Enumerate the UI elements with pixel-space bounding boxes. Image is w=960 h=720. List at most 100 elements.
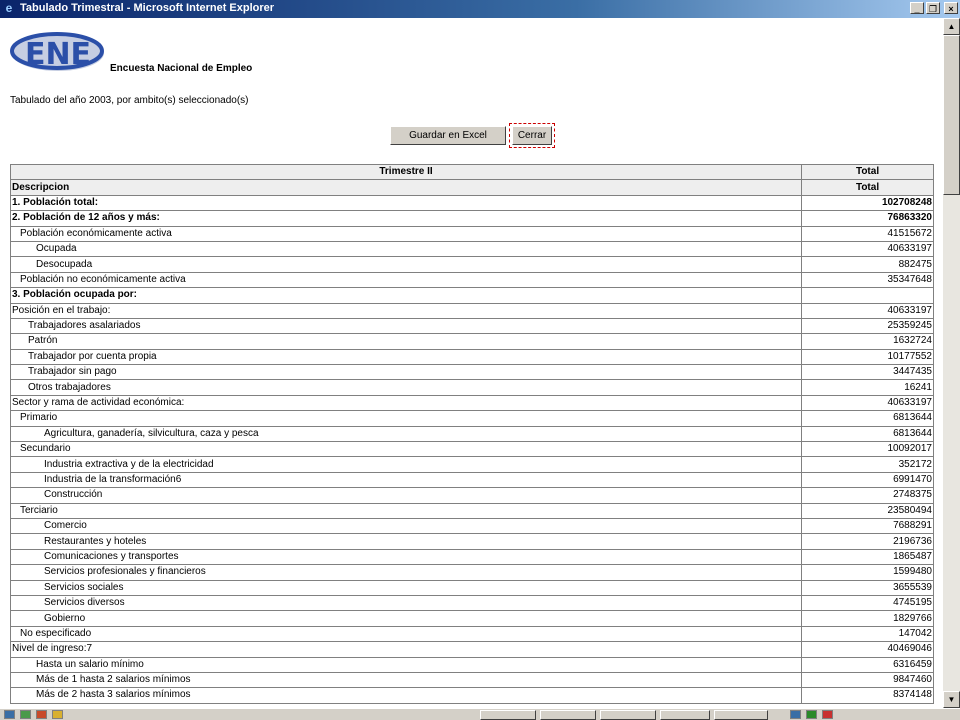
row-label: Sector y rama de actividad económica: bbox=[11, 395, 803, 412]
row-label: Población económicamente activa bbox=[11, 226, 803, 242]
row-value: 1829766 bbox=[802, 611, 934, 627]
table-row: Patrón 1632724 bbox=[11, 334, 934, 350]
quicklaunch-icon[interactable] bbox=[36, 710, 47, 719]
table-row: Sector y rama de actividad económica: 406… bbox=[11, 395, 934, 412]
minimize-icon: _ bbox=[914, 4, 920, 14]
row-value: 8374148 bbox=[802, 688, 934, 704]
row-value: 1632724 bbox=[802, 334, 934, 350]
window-titlebar[interactable]: e Tabulado Trimestral - Microsoft Intern… bbox=[0, 0, 960, 18]
table-row: No especificado 147042 bbox=[11, 626, 934, 643]
table-row: Construcción 2748375 bbox=[11, 488, 934, 504]
table-row: Secundario 10092017 bbox=[11, 442, 934, 458]
row-label: Industria de la transformación6 bbox=[11, 472, 803, 489]
column-header-total: Total bbox=[802, 165, 934, 181]
table-row: Industria de la transformación6 6991470 bbox=[11, 472, 934, 489]
close-button[interactable]: Cerrar bbox=[509, 123, 555, 148]
tabulado-table: Trimestre II Total Descripcion Total 1. … bbox=[10, 164, 934, 704]
row-value: 9847460 bbox=[802, 672, 934, 689]
row-value: 40633197 bbox=[802, 241, 934, 258]
taskbar-button[interactable] bbox=[660, 710, 710, 720]
row-label: Ocupada bbox=[11, 241, 803, 258]
taskbar-button[interactable] bbox=[714, 710, 768, 720]
table-header-row: Descripcion Total bbox=[11, 180, 934, 196]
table-row: Ocupada 40633197 bbox=[11, 241, 934, 258]
table-row: Primario 6813644 bbox=[11, 411, 934, 427]
arrow-up-icon: ▲ bbox=[947, 22, 956, 31]
scroll-thumb[interactable] bbox=[943, 35, 960, 195]
quicklaunch-icon[interactable] bbox=[20, 710, 31, 719]
row-value: 882475 bbox=[802, 257, 934, 273]
row-value: 41515672 bbox=[802, 226, 934, 242]
taskbar-button[interactable] bbox=[480, 710, 536, 720]
page-content: ENE Encuesta Nacional de Empleo Tabulado… bbox=[0, 18, 943, 708]
row-value: 1599480 bbox=[802, 565, 934, 581]
row-label: 3. Población ocupada por: bbox=[11, 288, 803, 304]
row-value: 35347648 bbox=[802, 272, 934, 289]
table-row: Más de 1 hasta 2 salarios mínimos 9847460 bbox=[11, 672, 934, 689]
table-row: Posición en el trabajo: 40633197 bbox=[11, 303, 934, 319]
table-row: Trabajador sin pago 3447435 bbox=[11, 365, 934, 381]
row-value: 3447435 bbox=[802, 365, 934, 381]
quicklaunch-icon[interactable] bbox=[4, 710, 15, 719]
table-row: Comercio 7688291 bbox=[11, 518, 934, 535]
restore-icon: ❐ bbox=[928, 4, 938, 14]
row-label: Hasta un salario mínimo bbox=[11, 657, 803, 673]
table-row: Población económicamente activa 41515672 bbox=[11, 226, 934, 242]
table-row: Hasta un salario mínimo 6316459 bbox=[11, 657, 934, 673]
table-row: Terciario 23580494 bbox=[11, 503, 934, 519]
table-row: Otros trabajadores 16241 bbox=[11, 380, 934, 396]
table-row: Servicios diversos 4745195 bbox=[11, 595, 934, 612]
close-icon: × bbox=[948, 4, 954, 14]
tray-icon[interactable] bbox=[806, 710, 817, 719]
scroll-down-button[interactable]: ▼ bbox=[943, 691, 960, 708]
quicklaunch-icon[interactable] bbox=[52, 710, 63, 719]
minimize-button[interactable]: _ bbox=[910, 2, 924, 14]
row-label: Servicios diversos bbox=[11, 595, 803, 612]
row-label: Comunicaciones y transportes bbox=[11, 549, 803, 566]
table-row: Trabajador por cuenta propia 10177552 bbox=[11, 349, 934, 366]
row-label: Trabajador por cuenta propia bbox=[11, 349, 803, 366]
taskbar bbox=[0, 708, 960, 720]
column-header-descripcion: Descripcion bbox=[11, 180, 803, 196]
row-label: Otros trabajadores bbox=[11, 380, 803, 396]
row-label: Comercio bbox=[11, 518, 803, 535]
row-label: 2. Población de 12 años y más: bbox=[11, 211, 803, 227]
row-value: 40469046 bbox=[802, 642, 934, 658]
app-name: Encuesta Nacional de Empleo bbox=[110, 63, 253, 74]
tray-icon[interactable] bbox=[822, 710, 833, 719]
row-label: Nivel de ingreso:7 bbox=[11, 642, 803, 658]
row-value: 1865487 bbox=[802, 549, 934, 566]
table-row: 2. Población de 12 años y más: 76863320 bbox=[11, 211, 934, 227]
row-label: No especificado bbox=[11, 626, 803, 643]
table-row: Población no económicamente activa 353476… bbox=[11, 272, 934, 289]
tray-icon[interactable] bbox=[790, 710, 801, 719]
taskbar-button[interactable] bbox=[540, 710, 596, 720]
table-row: Trabajadores asalariados 25359245 bbox=[11, 318, 934, 335]
row-value: 3655539 bbox=[802, 580, 934, 596]
table-header-row: Trimestre II Total bbox=[11, 165, 934, 181]
close-window-button[interactable]: × bbox=[944, 2, 958, 14]
page-subtitle: Tabulado del año 2003, por ambito(s) sel… bbox=[10, 95, 249, 106]
column-header-trimestre: Trimestre II bbox=[11, 165, 803, 181]
row-label: Más de 1 hasta 2 salarios mínimos bbox=[11, 672, 803, 689]
row-value: 40633197 bbox=[802, 303, 934, 319]
row-value: 16241 bbox=[802, 380, 934, 396]
restore-button[interactable]: ❐ bbox=[926, 2, 940, 14]
save-excel-button[interactable]: Guardar en Excel bbox=[390, 126, 506, 145]
row-label: Industria extractiva y de la electricida… bbox=[11, 457, 803, 473]
row-value: 6813644 bbox=[802, 426, 934, 443]
row-value: 4745195 bbox=[802, 595, 934, 612]
row-value: 147042 bbox=[802, 626, 934, 643]
taskbar-button[interactable] bbox=[600, 710, 656, 720]
row-label: Más de 2 hasta 3 salarios mínimos bbox=[11, 688, 803, 704]
row-label: Población no económicamente activa bbox=[11, 272, 803, 289]
row-label: Secundario bbox=[11, 442, 803, 458]
vertical-scrollbar[interactable]: ▲ ▼ bbox=[943, 18, 960, 708]
scroll-up-button[interactable]: ▲ bbox=[943, 18, 960, 35]
table-row: Desocupada 882475 bbox=[11, 257, 934, 273]
row-value: 6991470 bbox=[802, 472, 934, 489]
row-label: 1. Población total: bbox=[11, 195, 803, 212]
row-value: 6813644 bbox=[802, 411, 934, 427]
table-row: Más de 2 hasta 3 salarios mínimos 8374148 bbox=[11, 688, 934, 704]
row-value: 102708248 bbox=[802, 195, 934, 212]
